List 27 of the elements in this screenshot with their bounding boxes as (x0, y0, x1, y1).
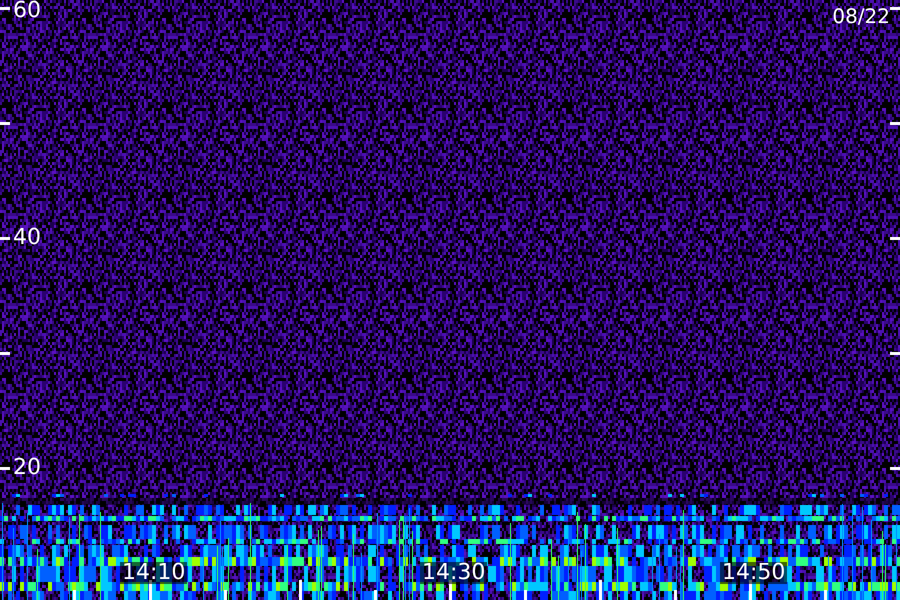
axis-tick (890, 467, 900, 470)
axis-tick (224, 590, 227, 600)
axis-tick (0, 237, 10, 240)
axis-tick (0, 352, 10, 355)
axis-tick (524, 590, 527, 600)
x-axis-label: 14:50 (720, 562, 788, 584)
axis-tick (0, 467, 10, 470)
axis-tick (299, 580, 302, 600)
axis-tick (73, 590, 76, 600)
axis-tick (890, 237, 900, 240)
axis-tick (674, 590, 677, 600)
axis-tick (0, 122, 10, 125)
axis-tick (449, 580, 452, 600)
axis-tick (749, 580, 752, 600)
axis-tick (149, 580, 152, 600)
y-axis-label: 20 (13, 457, 41, 479)
x-axis-label: 14:10 (120, 562, 188, 584)
x-axis-label: 14:30 (420, 562, 488, 584)
y-axis-label: 60 (13, 0, 41, 22)
axis-tick (890, 352, 900, 355)
axis-tick (890, 7, 900, 10)
axis-tick (824, 590, 827, 600)
y-axis-label: 40 (13, 227, 41, 249)
axis-tick (890, 122, 900, 125)
axis-tick (599, 580, 602, 600)
axis-tick (0, 7, 10, 10)
axis-tick (374, 590, 377, 600)
